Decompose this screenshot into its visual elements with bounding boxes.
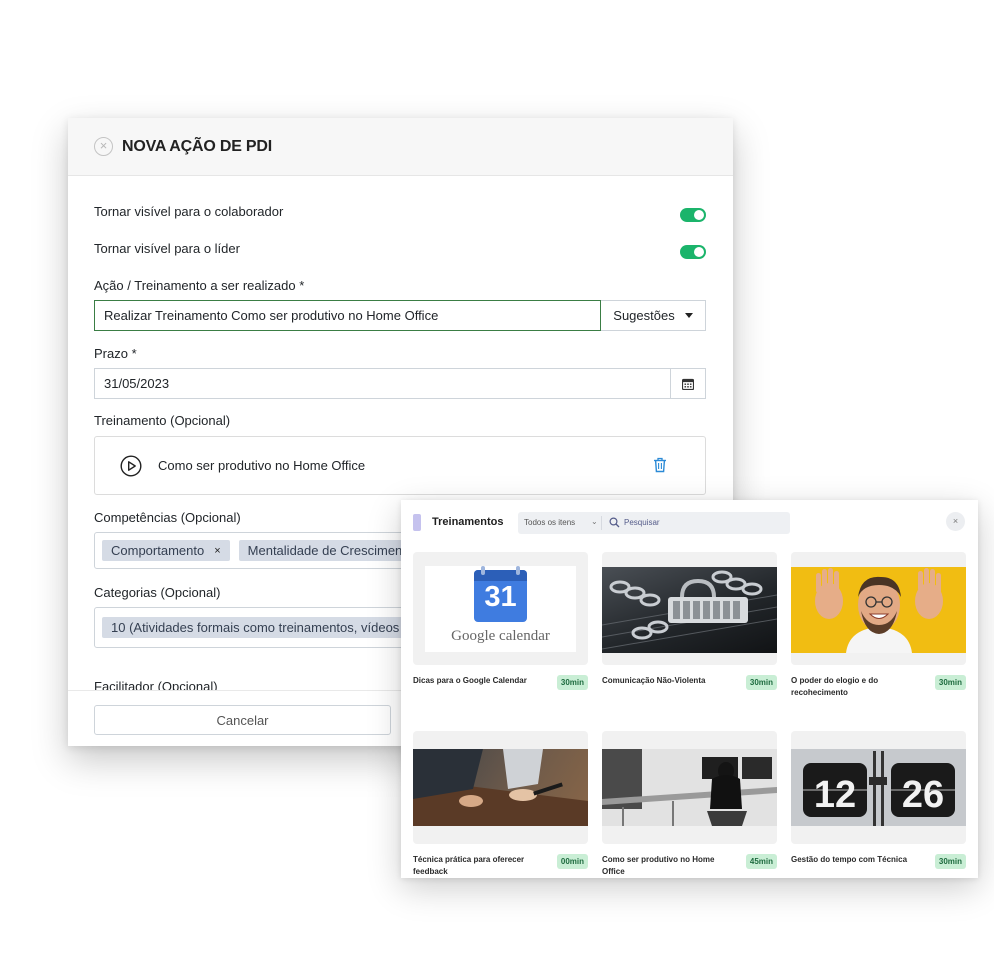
google-calendar-image: 31 Google calendar xyxy=(425,566,576,652)
chained-keyboard-image xyxy=(602,567,777,653)
trash-icon[interactable] xyxy=(653,457,667,473)
calendar-icon xyxy=(682,378,694,390)
play-icon[interactable] xyxy=(120,454,142,477)
duration-badge: 30min xyxy=(745,675,777,690)
home-office-image xyxy=(602,749,777,826)
caret-down-icon xyxy=(684,313,693,318)
training-card[interactable]: O poder do elogio e do recohecimento 30m… xyxy=(791,552,966,697)
meeting-image xyxy=(413,749,588,826)
visible-leader-label: Tornar visível para o líder xyxy=(94,241,240,256)
selected-training: Como ser produtivo no Home Office xyxy=(94,436,706,495)
modal-header: × NOVA AÇÃO DE PDI xyxy=(68,118,733,176)
training-title: Técnica prática para oferecer feedback xyxy=(413,855,525,876)
training-card[interactable]: Comunicação Não-Violenta 30min xyxy=(602,552,777,690)
duration-badge: 00min xyxy=(556,854,588,869)
visible-collaborator-toggle[interactable] xyxy=(680,208,706,222)
training-thumbnail xyxy=(602,552,777,665)
training-name: Como ser produtivo no Home Office xyxy=(158,458,366,473)
flip-clock-image: 12 26 xyxy=(791,749,966,826)
panel-accent-bar xyxy=(413,514,421,531)
competency-tag: Mentalidade de Crescimento xyxy=(238,540,423,561)
visible-leader-toggle[interactable] xyxy=(680,245,706,259)
filter-select[interactable]: Todos os itens xyxy=(524,518,575,527)
competency-tag: Comportamento × xyxy=(102,540,230,561)
training-title: O poder do elogio e do recohecimento xyxy=(791,676,879,697)
search-icon xyxy=(609,517,620,528)
action-input-group: Realizar Treinamento Como ser produtivo … xyxy=(94,300,706,331)
duration-badge: 45min xyxy=(745,854,777,869)
duration-badge: 30min xyxy=(934,854,966,869)
training-title: Dicas para o Google Calendar xyxy=(413,676,527,685)
training-card[interactable]: Como ser produtivo no Home Office 45min xyxy=(602,731,777,876)
visible-leader-row: Tornar visível para o líder xyxy=(94,241,706,259)
training-thumbnail: 31 Google calendar xyxy=(413,552,588,665)
action-label: Ação / Treinamento a ser realizado * xyxy=(94,278,305,293)
training-title: Comunicação Não-Violenta xyxy=(602,676,706,685)
duration-badge: 30min xyxy=(556,675,588,690)
deadline-label: Prazo * xyxy=(94,346,137,361)
clock-left-digits: 12 xyxy=(814,774,856,816)
deadline-input[interactable]: 31/05/2023 xyxy=(94,368,671,399)
search-input[interactable]: Pesquisar xyxy=(624,518,660,527)
cancel-button[interactable]: Cancelar xyxy=(94,705,391,735)
suggestions-label: Sugestões xyxy=(613,308,675,323)
training-label: Treinamento (Opcional) xyxy=(94,413,231,428)
divider xyxy=(601,516,602,530)
suggestions-dropdown[interactable]: Sugestões xyxy=(601,300,706,331)
chevron-down-icon[interactable]: ⌄ xyxy=(591,517,598,526)
trainings-panel: Treinamentos Todos os itens ⌄ Pesquisar … xyxy=(401,500,978,878)
panel-title: Treinamentos xyxy=(432,516,504,528)
smiling-man-image xyxy=(791,567,966,653)
training-thumbnail: 12 26 xyxy=(791,731,966,844)
deadline-input-group: 31/05/2023 xyxy=(94,368,706,399)
training-card[interactable]: 31 Google calendar Dicas para o Google C… xyxy=(413,552,588,690)
close-icon[interactable]: × xyxy=(94,137,113,156)
modal-title: NOVA AÇÃO DE PDI xyxy=(122,137,272,155)
training-thumbnail xyxy=(602,731,777,844)
remove-tag-icon[interactable]: × xyxy=(214,545,220,557)
training-title: Gestão do tempo com Técnica xyxy=(791,855,908,864)
training-thumbnail xyxy=(791,552,966,665)
calendar-button[interactable] xyxy=(671,368,706,399)
clock-right-digits: 26 xyxy=(902,774,944,816)
visible-collaborator-label: Tornar visível para o colaborador xyxy=(94,204,284,219)
training-title: Como ser produtivo no Home Office xyxy=(602,855,715,876)
visible-collaborator-row: Tornar visível para o colaborador xyxy=(94,204,706,222)
training-thumbnail xyxy=(413,731,588,844)
close-icon[interactable]: × xyxy=(946,512,965,531)
duration-badge: 30min xyxy=(934,675,966,690)
training-card[interactable]: Técnica prática para oferecer feedback 0… xyxy=(413,731,588,876)
action-input[interactable]: Realizar Treinamento Como ser produtivo … xyxy=(94,300,601,331)
filter-bar: Todos os itens ⌄ Pesquisar xyxy=(518,512,790,534)
training-card[interactable]: 12 26 Gestão do tempo com Técnica 30min xyxy=(791,731,966,869)
